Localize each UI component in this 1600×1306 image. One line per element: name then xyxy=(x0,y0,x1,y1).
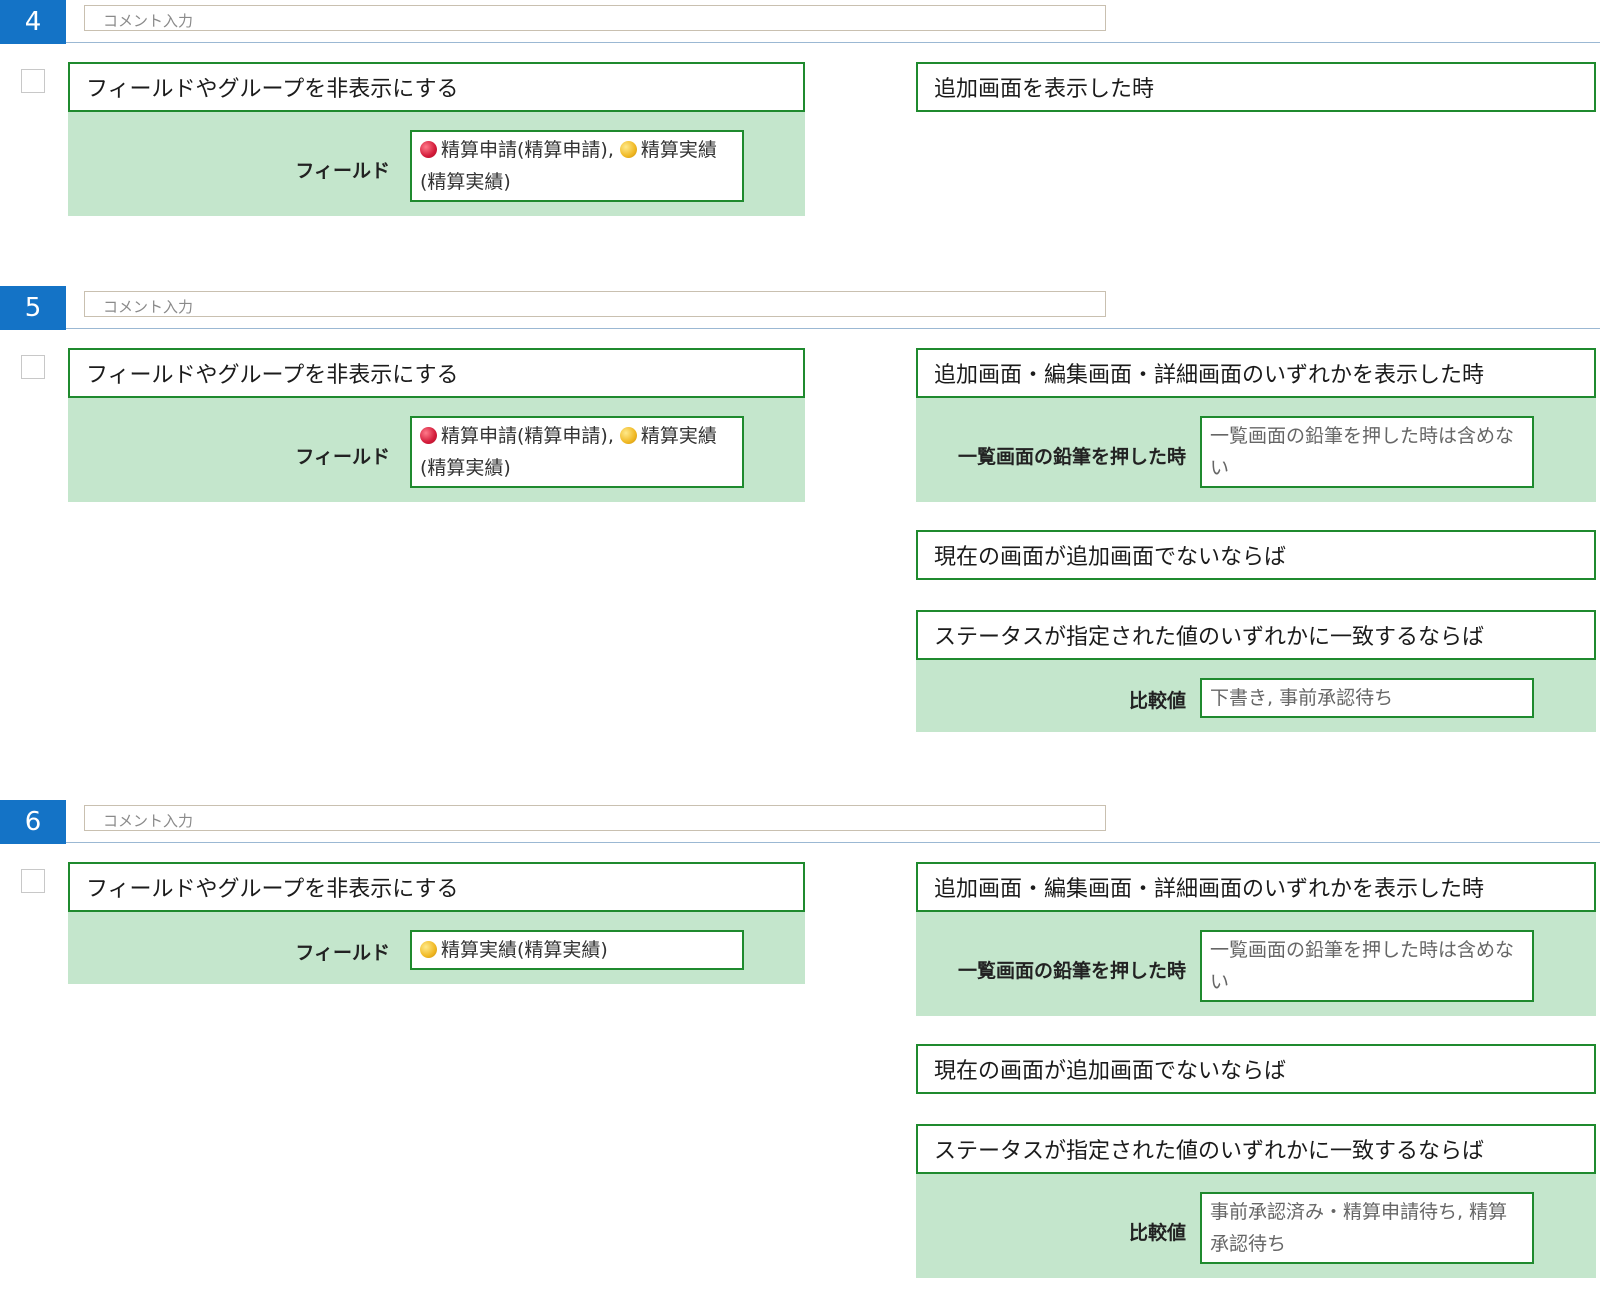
yellow-dot-icon xyxy=(619,427,637,444)
action-title: フィールドやグループを非表示にする xyxy=(86,877,459,902)
condition-header[interactable]: 追加画面・編集画面・詳細画面のいずれかを表示した時 xyxy=(916,862,1596,912)
divider xyxy=(66,842,1600,843)
field-label: フィールド xyxy=(295,446,390,468)
fields-value[interactable]: 精算申請(精算申請), 精算実績(精算実績) xyxy=(410,130,744,202)
condition-params-panel: 一覧画面の鉛筆を押した時 一覧画面の鉛筆を押した時は含めない xyxy=(916,398,1596,502)
condition-header[interactable]: ステータスが指定された値のいずれかに一致するならば xyxy=(916,1124,1596,1174)
action-params-panel: フィールド 精算実績(精算実績) xyxy=(68,912,805,984)
action-header[interactable]: フィールドやグループを非表示にする xyxy=(68,62,805,112)
comment-input[interactable]: コメント入力 xyxy=(84,805,1106,831)
fields-value[interactable]: 精算申請(精算申請), 精算実績(精算実績) xyxy=(410,416,744,488)
field-label: フィールド xyxy=(295,942,390,964)
fields-value[interactable]: 精算実績(精算実績) xyxy=(410,930,744,970)
action-header[interactable]: フィールドやグループを非表示にする xyxy=(68,348,805,398)
condition-title: 現在の画面が追加画面でないならば xyxy=(934,1059,1287,1084)
field-item: 精算申請(精算申請), xyxy=(441,425,620,447)
param-value[interactable]: 下書き, 事前承認待ち xyxy=(1200,678,1534,718)
red-dot-icon xyxy=(420,427,437,444)
field-label: フィールド xyxy=(295,160,390,182)
rule-checkbox[interactable] xyxy=(21,69,45,93)
condition-header[interactable]: 現在の画面が追加画面でないならば xyxy=(916,1044,1596,1094)
param-value[interactable]: 一覧画面の鉛筆を押した時は含めない xyxy=(1200,416,1534,488)
action-title: フィールドやグループを非表示にする xyxy=(86,363,459,388)
condition-title: 追加画面・編集画面・詳細画面のいずれかを表示した時 xyxy=(934,877,1485,902)
condition-header[interactable]: 追加画面・編集画面・詳細画面のいずれかを表示した時 xyxy=(916,348,1596,398)
field-item: 精算実績(精算実績) xyxy=(441,939,608,961)
condition-header[interactable]: ステータスが指定された値のいずれかに一致するならば xyxy=(916,610,1596,660)
condition-params-panel: 一覧画面の鉛筆を押した時 一覧画面の鉛筆を押した時は含めない xyxy=(916,912,1596,1016)
field-item: 精算申請(精算申請), xyxy=(441,139,620,161)
param-value[interactable]: 一覧画面の鉛筆を押した時は含めない xyxy=(1200,930,1534,1002)
rule-number-badge: 5 xyxy=(0,286,66,330)
rule-number-badge: 4 xyxy=(0,0,66,44)
condition-title: 追加画面を表示した時 xyxy=(934,77,1155,102)
divider xyxy=(66,328,1600,329)
red-dot-icon xyxy=(420,141,437,158)
comment-input[interactable]: コメント入力 xyxy=(84,5,1106,31)
param-label: 一覧画面の鉛筆を押した時 xyxy=(957,446,1186,468)
action-title: フィールドやグループを非表示にする xyxy=(86,77,459,102)
divider xyxy=(66,42,1600,43)
param-label: 比較値 xyxy=(1128,690,1186,712)
comment-input[interactable]: コメント入力 xyxy=(84,291,1106,317)
param-label: 比較値 xyxy=(1128,1222,1186,1244)
condition-title: 現在の画面が追加画面でないならば xyxy=(934,545,1287,570)
rule-checkbox[interactable] xyxy=(21,355,45,379)
condition-params-panel: 比較値 下書き, 事前承認待ち xyxy=(916,660,1596,732)
condition-header[interactable]: 追加画面を表示した時 xyxy=(916,62,1596,112)
action-header[interactable]: フィールドやグループを非表示にする xyxy=(68,862,805,912)
action-params-panel: フィールド 精算申請(精算申請), 精算実績(精算実績) xyxy=(68,112,805,216)
yellow-dot-icon xyxy=(619,141,637,158)
param-label: 一覧画面の鉛筆を押した時 xyxy=(957,960,1186,982)
rule-checkbox[interactable] xyxy=(21,869,45,893)
condition-header[interactable]: 現在の画面が追加画面でないならば xyxy=(916,530,1596,580)
action-params-panel: フィールド 精算申請(精算申請), 精算実績(精算実績) xyxy=(68,398,805,502)
rule-number-badge: 6 xyxy=(0,800,66,844)
yellow-dot-icon xyxy=(420,941,437,958)
param-value[interactable]: 事前承認済み・精算申請待ち, 精算承認待ち xyxy=(1200,1192,1534,1264)
condition-title: ステータスが指定された値のいずれかに一致するならば xyxy=(934,625,1485,650)
condition-title: ステータスが指定された値のいずれかに一致するならば xyxy=(934,1139,1485,1164)
condition-title: 追加画面・編集画面・詳細画面のいずれかを表示した時 xyxy=(934,363,1485,388)
condition-params-panel: 比較値 事前承認済み・精算申請待ち, 精算承認待ち xyxy=(916,1174,1596,1278)
